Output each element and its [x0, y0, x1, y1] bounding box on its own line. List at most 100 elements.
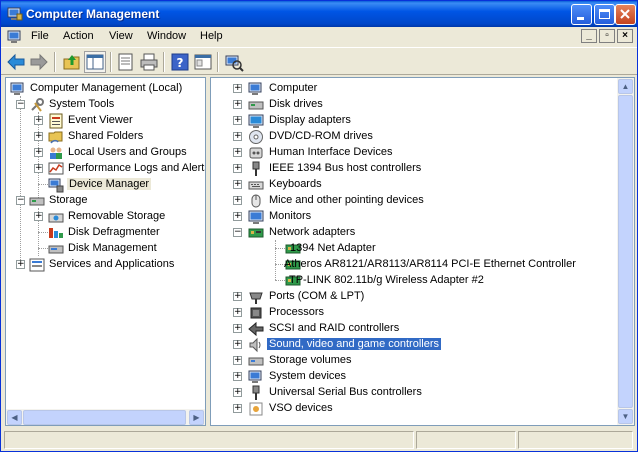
tree-item-local-users[interactable]: Local Users and Groups [48, 145, 203, 161]
device-category-label: DVD/CD-ROM drives [269, 130, 373, 142]
up-icon[interactable] [61, 51, 83, 73]
expand-toggle[interactable]: + [233, 196, 242, 205]
print-icon[interactable] [138, 51, 160, 73]
scroll-down-button[interactable]: ▼ [618, 409, 633, 424]
device-category-sound[interactable]: Sound, video and game controllers [248, 337, 448, 353]
tree-item-label: Storage [49, 194, 88, 206]
tree-item-removable-storage[interactable]: Removable Storage [48, 209, 198, 225]
vso-device-icon [249, 402, 263, 416]
vertical-scrollbar[interactable]: ▲ ▼ [617, 78, 634, 425]
device-item-tplink-wireless[interactable]: TP-LINK 802.11b/g Wireless Adapter #2 [285, 273, 535, 289]
console-tree-pane[interactable]: Computer Management (Local) − System Too… [5, 77, 206, 426]
device-category-usb[interactable]: Universal Serial Bus controllers [248, 385, 468, 401]
scroll-thumb[interactable] [618, 95, 633, 408]
expand-toggle[interactable]: + [233, 212, 242, 221]
expand-toggle[interactable]: + [233, 356, 242, 365]
expand-toggle[interactable]: + [34, 132, 43, 141]
expand-toggle[interactable]: + [233, 388, 242, 397]
maximize-button[interactable] [594, 4, 615, 25]
tree-item-services[interactable]: Services and Applications [29, 257, 199, 273]
properties-icon[interactable] [115, 51, 137, 73]
scroll-right-button[interactable]: ▶ [189, 410, 204, 425]
device-category-network-adapters[interactable]: Network adapters [248, 225, 448, 241]
expand-toggle[interactable]: + [233, 180, 242, 189]
toolbar-separator [217, 52, 219, 72]
tree-item-disk-defragmenter[interactable]: Disk Defragmenter [48, 225, 198, 241]
view-icon[interactable] [192, 51, 214, 73]
expand-toggle[interactable]: + [34, 148, 43, 157]
mmc-system-menu-icon[interactable] [7, 29, 23, 45]
minimize-button[interactable] [571, 4, 592, 25]
child-minimize-button[interactable]: _ [581, 29, 597, 43]
expand-toggle[interactable]: + [34, 164, 43, 173]
expand-toggle[interactable]: + [233, 100, 242, 109]
port-icon [249, 292, 263, 304]
tree-item-storage[interactable]: Storage [29, 193, 179, 209]
expand-toggle[interactable]: + [233, 308, 242, 317]
expand-toggle[interactable]: + [233, 84, 242, 93]
device-category-ieee1394[interactable]: IEEE 1394 Bus host controllers [248, 161, 448, 177]
child-close-button[interactable]: × [617, 29, 633, 43]
keyboard-icon [248, 181, 264, 190]
device-category-scsi[interactable]: SCSI and RAID controllers [248, 321, 448, 337]
scroll-left-button[interactable]: ◀ [7, 410, 22, 425]
device-category-display-adapters[interactable]: Display adapters [248, 113, 448, 129]
show-hide-tree-button[interactable] [84, 51, 106, 73]
device-category-monitors[interactable]: Monitors [248, 209, 448, 225]
menu-file[interactable]: File [31, 30, 49, 42]
scroll-thumb[interactable] [23, 410, 186, 425]
device-category-keyboards[interactable]: Keyboards [248, 177, 448, 193]
expand-toggle[interactable]: + [34, 116, 43, 125]
menu-action[interactable]: Action [63, 30, 94, 42]
tree-item-shared-folders[interactable]: Shared Folders [48, 129, 198, 145]
device-list-pane[interactable]: + Computer + Disk drives + Display adapt… [210, 77, 635, 426]
expand-toggle[interactable]: + [233, 404, 242, 413]
tree-item-disk-management[interactable]: Disk Management [48, 241, 198, 257]
device-category-computer[interactable]: Computer [248, 81, 448, 97]
menu-help[interactable]: Help [200, 30, 223, 42]
device-category-dvd-drives[interactable]: DVD/CD-ROM drives [248, 129, 448, 145]
expand-toggle[interactable]: + [233, 132, 242, 141]
expand-toggle[interactable]: + [233, 340, 242, 349]
scroll-up-button[interactable]: ▲ [618, 79, 633, 94]
device-item-1394-net-adapter[interactable]: 1394 Net Adapter [285, 241, 485, 257]
tree-item-event-viewer[interactable]: Event Viewer [48, 113, 198, 129]
expand-toggle[interactable]: + [233, 324, 242, 333]
collapse-toggle[interactable]: − [16, 196, 25, 205]
device-category-processors[interactable]: Processors [248, 305, 448, 321]
device-category-hid[interactable]: Human Interface Devices [248, 145, 448, 161]
expand-toggle[interactable]: + [233, 148, 242, 157]
tree-item-device-manager[interactable]: Device Manager [48, 177, 158, 193]
expand-toggle[interactable]: + [34, 212, 43, 221]
expand-toggle[interactable]: + [233, 116, 242, 125]
horizontal-scrollbar[interactable]: ◀ ▶ [6, 408, 205, 425]
tree-item-root[interactable]: Computer Management (Local) [10, 81, 205, 97]
tree-item-performance-logs[interactable]: Performance Logs and Alerts [48, 161, 205, 177]
tree-item-label: Device Manager [67, 178, 152, 190]
device-category-system-devices[interactable]: System devices [248, 369, 448, 385]
title-bar[interactable]: Computer Management [1, 1, 637, 27]
device-category-vso[interactable]: VSO devices [248, 401, 448, 417]
device-category-disk-drives[interactable]: Disk drives [248, 97, 448, 113]
device-item-atheros-ethernet[interactable]: Atheros AR8121/AR8113/AR8114 PCI-E Ether… [284, 257, 615, 273]
expand-toggle[interactable]: + [233, 292, 242, 301]
help-icon[interactable]: ? [169, 51, 191, 73]
menu-view[interactable]: View [109, 30, 133, 42]
expand-toggle[interactable]: + [233, 164, 242, 173]
collapse-toggle[interactable]: − [16, 100, 25, 109]
expand-toggle[interactable]: + [16, 260, 25, 269]
child-restore-button[interactable]: ▫ [599, 29, 615, 43]
tree-item-label: Local Users and Groups [68, 146, 187, 158]
tree-item-system-tools[interactable]: System Tools [29, 97, 199, 113]
expand-toggle[interactable]: + [233, 372, 242, 381]
device-category-mice[interactable]: Mice and other pointing devices [248, 193, 468, 209]
menu-window[interactable]: Window [147, 30, 186, 42]
close-button[interactable] [615, 4, 636, 25]
forward-icon[interactable] [28, 51, 50, 73]
device-category-label: Computer [269, 82, 318, 94]
device-category-ports[interactable]: Ports (COM & LPT) [248, 289, 448, 305]
device-category-storage-volumes[interactable]: Storage volumes [248, 353, 448, 369]
back-icon[interactable] [5, 51, 27, 73]
collapse-toggle[interactable]: − [233, 228, 242, 237]
scan-hardware-icon[interactable] [223, 51, 245, 73]
